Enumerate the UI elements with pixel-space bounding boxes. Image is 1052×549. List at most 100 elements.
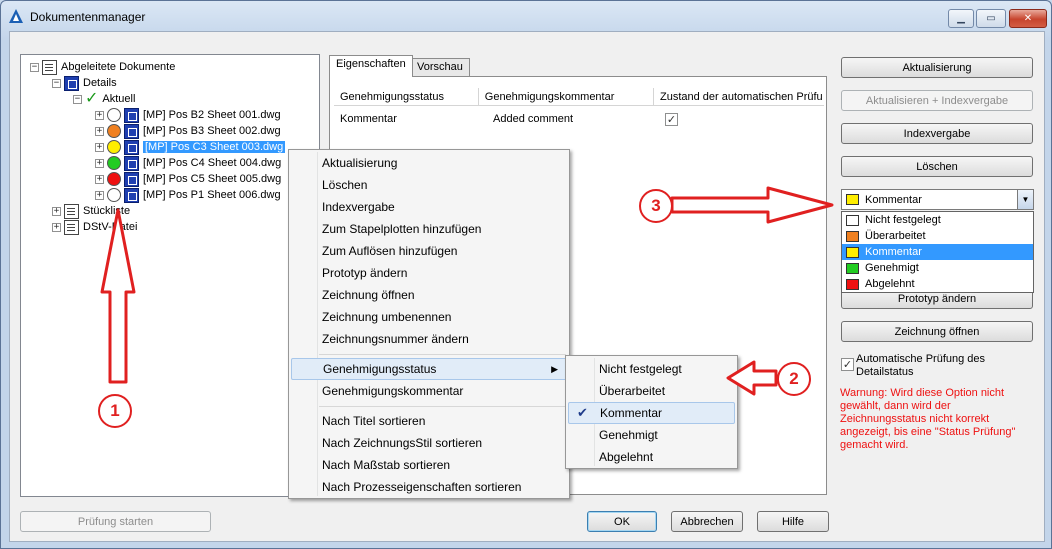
grid-cell-status[interactable]: Kommentar [334,111,481,129]
menu-item-approval-status[interactable]: Genehmigungsstatus ▶ [291,358,567,380]
tree-file-item[interactable]: + [MP] Pos C4 Sheet 004.dwg [95,155,281,171]
tree-file-item[interactable]: + [MP] Pos B2 Sheet 001.dwg [95,107,281,123]
menu-item-index[interactable]: Indexvergabe [291,196,567,218]
dropdown-option[interactable]: Nicht festgelegt [842,212,1033,228]
close-icon: ✕ [1023,13,1033,24]
update-button[interactable]: Aktualisierung [841,57,1033,78]
tree-file-item[interactable]: + [MP] Pos P1 Sheet 006.dwg [95,187,281,203]
auto-check-detail-label: Automatische Prüfung des Detailstatus [856,353,986,378]
collapse-icon[interactable]: − [73,94,82,104]
tab-preview[interactable]: Vorschau [410,58,470,77]
menu-item-rename-drawing[interactable]: Zeichnung umbenennen [291,306,567,328]
ok-button[interactable]: OK [587,511,657,532]
context-menu: Aktualisierung Löschen Indexvergabe Zum … [288,149,570,499]
menu-item-sort-style[interactable]: Nach ZeichnungsStil sortieren [291,432,567,454]
tree-node-root[interactable]: − Abgeleitete Dokumente [30,59,175,75]
status-dot-icon [107,124,121,138]
tree-node-dstv[interactable]: + DStV-Datei [52,219,137,235]
menu-item-change-prototype[interactable]: Prototyp ändern [291,262,567,284]
expand-icon[interactable]: + [95,174,104,184]
warning-text: Warnung: Wird diese Option nicht gewählt… [840,387,1016,451]
tree-file-label: [MP] Pos C4 Sheet 004.dwg [143,157,282,169]
expand-icon[interactable]: + [52,222,61,232]
auto-check-detail-checkbox[interactable]: ✓ [841,358,854,371]
tree-file-item[interactable]: + [MP] Pos C5 Sheet 005.dwg [95,171,281,187]
checkmark-icon: ✔ [577,405,588,420]
option-label: Abgelehnt [865,278,915,290]
menu-item-delete[interactable]: Löschen [291,174,567,196]
menu-item-explode[interactable]: Zum Auflösen hinzufügen [291,240,567,262]
submenu-item-rejected[interactable]: Abgelehnt [568,446,735,468]
file-icon [64,219,79,235]
approval-status-combo[interactable]: Kommentar ▼ [841,189,1034,210]
minimize-button[interactable]: ▁ [948,9,974,28]
option-label: Überarbeitet [865,230,926,242]
menu-item-change-number[interactable]: Zeichnungsnummer ändern [291,328,567,350]
tree-file-label: [MP] Pos B3 Sheet 002.dwg [143,125,281,137]
expand-icon[interactable]: + [95,158,104,168]
collapse-icon[interactable]: − [52,78,61,88]
submenu-item-comment[interactable]: ✔ Kommentar [568,402,735,424]
update-index-button[interactable]: Aktualisieren + Indexvergabe [841,90,1033,111]
drawing-icon [124,139,139,155]
app-logo-icon [9,9,23,23]
dropdown-arrow-icon[interactable]: ▼ [1017,190,1033,209]
auto-check-checkbox[interactable]: ✓ [665,113,678,126]
close-button[interactable]: ✕ [1009,9,1047,28]
submenu-item-not-set[interactable]: Nicht festgelegt [568,358,735,380]
color-swatch-icon [846,278,859,290]
tree-node-details[interactable]: − Details [52,75,117,91]
cancel-button[interactable]: Abbrechen [671,511,743,532]
tab-properties[interactable]: Eigenschaften [329,55,413,77]
dropdown-option[interactable]: Überarbeitet [842,228,1033,244]
title-bar[interactable]: Dokumentenmanager ▁ ▭ ✕ [1,1,1051,31]
column-header[interactable]: Zustand der automatischen Prüfu [654,88,824,105]
menu-item-sort-process[interactable]: Nach Prozesseigenschaften sortieren [291,476,567,498]
annotation-badge-1: 1 [98,394,132,428]
annotation-badge-3: 3 [639,189,673,223]
collapse-icon[interactable]: − [30,62,39,72]
option-label: Nicht festgelegt [865,214,941,226]
column-header[interactable]: Genehmigungskommentar [479,88,654,105]
open-drawing-button[interactable]: Zeichnung öffnen [841,321,1033,342]
approval-submenu: Nicht festgelegt Überarbeitet ✔ Kommenta… [565,355,738,469]
expand-icon[interactable]: + [95,142,104,152]
expand-icon[interactable]: + [95,190,104,200]
menu-item-update[interactable]: Aktualisierung [291,152,567,174]
tree-node-stueckliste[interactable]: + Stückliste [52,203,130,219]
maximize-button[interactable]: ▭ [976,9,1006,28]
menu-item-open-drawing[interactable]: Zeichnung öffnen [291,284,567,306]
menu-item-label: Genehmigungsstatus [323,362,437,376]
combo-value: Kommentar [865,193,922,206]
menu-item-sort-scale[interactable]: Nach Maßstab sortieren [291,454,567,476]
menu-item-sort-title[interactable]: Nach Titel sortieren [291,410,567,432]
tree-file-item-selected[interactable]: + [MP] Pos C3 Sheet 003.dwg [95,139,286,155]
submenu-item-approved[interactable]: Genehmigt [568,424,735,446]
color-swatch-icon [846,214,859,226]
menu-item-batch-plot[interactable]: Zum Stapelplotten hinzufügen [291,218,567,240]
dropdown-option-selected[interactable]: Kommentar [842,244,1033,260]
grid-cell-auto-check[interactable]: ✓ [659,111,819,129]
grid-cell-comment[interactable]: Added comment [481,111,659,129]
submenu-item-revised[interactable]: Überarbeitet [568,380,735,402]
expand-icon[interactable]: + [52,206,61,216]
dropdown-option[interactable]: Abgelehnt [842,276,1033,292]
start-check-button[interactable]: Prüfung starten [20,511,211,532]
expand-icon[interactable]: + [95,126,104,136]
dropdown-option[interactable]: Genehmigt [842,260,1033,276]
minimize-icon: ▁ [957,13,965,24]
delete-button[interactable]: Löschen [841,156,1033,177]
column-header[interactable]: Genehmigungsstatus [334,88,479,105]
tab-label: Vorschau [417,61,463,73]
drawing-icon [124,187,139,203]
tree-node-aktuell[interactable]: − ✓ Aktuell [73,91,135,107]
index-button[interactable]: Indexvergabe [841,123,1033,144]
help-button[interactable]: Hilfe [757,511,829,532]
grid-row[interactable]: Kommentar Added comment ✓ [334,111,824,129]
tree-file-label: [MP] Pos P1 Sheet 006.dwg [143,189,281,201]
tree-file-item[interactable]: + [MP] Pos B3 Sheet 002.dwg [95,123,281,139]
menu-item-approval-comment[interactable]: Genehmigungskommentar [291,380,567,402]
menu-separator [319,354,566,355]
expand-icon[interactable]: + [95,110,104,120]
tab-label: Eigenschaften [336,58,406,70]
